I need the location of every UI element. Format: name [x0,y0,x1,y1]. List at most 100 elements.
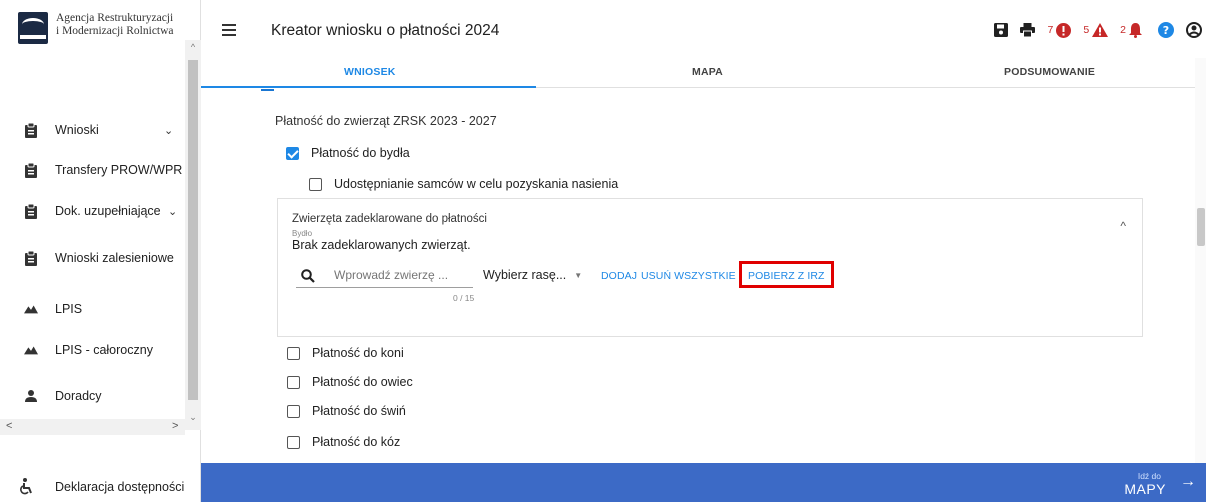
bell-icon[interactable] [1129,22,1142,38]
content-scroll-thumb[interactable] [1197,208,1205,246]
accessibility-icon [20,478,34,501]
sidebar-item-label: Wnioski [55,123,99,137]
page-title: Kreator wniosku o płatności 2024 [271,22,500,39]
warnings-count: 5 [1083,24,1090,36]
sidebar-item-label: Wnioski zalesieniowe [55,251,174,265]
logo-line-2: i Modernizacji Rolnictwa [56,25,174,37]
panel-title: Zwierzęta zadeklarowane do płatności [292,213,487,225]
checkbox-unchecked-icon[interactable] [287,435,300,449]
form-content: Płatność do zwierząt ZRSK 2023 - 2027 Pł… [201,89,1206,463]
declared-animals-panel: Zwierzęta zadeklarowane do płatności Byd… [277,198,1143,337]
checkbox-semen-sharing[interactable]: Udostępnianie samców w celu pozyskania n… [309,177,618,191]
chevron-up-icon[interactable]: ^ [1120,219,1126,233]
warning-icon[interactable] [1092,23,1109,37]
checkbox-unchecked-icon[interactable] [287,404,300,418]
svg-text:?: ? [1163,24,1169,37]
sidebar-item-wnioski[interactable]: Wnioski ⌄ [0,118,185,142]
accessibility-label: Deklaracja dostępności [55,480,185,494]
checkbox-unchecked-icon[interactable] [309,177,322,191]
sidebar-item-label: Transfery PROW/WPR [55,163,183,177]
content-scrollbar[interactable] [1195,58,1206,463]
scroll-up-icon[interactable]: ^ [185,42,201,52]
sidebar-scroll-thumb[interactable] [188,60,198,400]
empty-state-text: Brak zadeklarowanych zwierząt. [292,238,471,252]
sidebar-item-lpis[interactable]: LPIS [0,297,185,321]
animal-search-field[interactable] [296,266,473,288]
sidebar-item-lpis-caloroczny[interactable]: LPIS - całoroczny [0,338,185,362]
mountain-icon [24,342,38,358]
tab-podsumowanie[interactable]: PODSUMOWANIE [1004,66,1095,78]
sidebar-horizontal-scrollbar[interactable]: < > [0,419,185,435]
notifications-count: 2 [1120,24,1126,36]
checkbox-label: Płatność do świń [312,404,406,418]
character-counter: 0 / 15 [453,293,475,303]
checkbox-label: Płatność do koni [312,346,404,360]
highlight-frame [739,261,834,288]
errors-count: 7 [1047,24,1054,36]
scroll-down-icon[interactable]: ⌄ [185,412,201,423]
dropdown-arrow-icon: ▼ [574,270,583,280]
print-icon[interactable] [1020,23,1036,37]
checkbox-unchecked-icon[interactable] [287,346,300,360]
goto-map-bar[interactable]: Idź do MAPY → [201,463,1206,502]
checkbox-label: Płatność do owiec [312,375,413,389]
checkbox-cattle[interactable]: Płatność do bydła [286,146,410,160]
sidebar-item-label: LPIS [55,302,83,316]
checkbox-checked-icon [261,89,274,91]
account-icon[interactable] [1186,22,1202,38]
mountain-icon [24,301,38,317]
animal-search-input[interactable] [334,268,469,282]
agency-logo[interactable]: Agencja Restrukturyzacji i Modernizacji … [18,12,174,44]
sidebar-item-label: Doradcy [55,389,102,403]
breed-select[interactable]: Wybierz rasę... ▼ [483,268,582,282]
help-icon[interactable]: ? [1158,22,1174,38]
error-icon[interactable] [1056,22,1072,38]
arrow-right-icon[interactable]: → [1180,473,1196,491]
active-tab-indicator [201,86,536,88]
clipboard-icon [24,250,38,266]
save-icon[interactable] [994,23,1009,37]
checkbox-unchecked-icon[interactable] [287,375,300,389]
logo-text: Agencja Restrukturyzacji i Modernizacji … [56,12,174,38]
add-button[interactable]: DODAJ [601,270,637,282]
remove-all-button[interactable]: USUŃ WSZYSTKIE [641,270,736,282]
sidebar-item-doradcy[interactable]: Doradcy [0,384,185,408]
checkbox-goats[interactable]: Płatność do kóz [287,435,400,449]
checkbox-checked-icon[interactable] [286,146,299,160]
clipboard-icon [24,122,38,138]
chevron-down-icon: ⌄ [164,124,174,137]
logo-mark-icon [18,12,48,44]
checkbox-sheep[interactable]: Płatność do owiec [287,375,413,389]
app-header: Kreator wniosku o płatności 2024 7 5 2 ? [201,0,1206,58]
breed-select-value: Wybierz rasę... [483,268,567,282]
checkbox-label: Płatność do bydła [311,146,410,160]
person-icon [24,388,38,404]
sidebar-item-label: Dok. uzupełniające [55,204,161,218]
checkbox-label: Płatność do kóz [312,435,401,449]
sidebar-item-wnioski-zalesieniowe[interactable]: Wnioski zalesieniowe [0,246,185,270]
sidebar: Agencja Restrukturyzacji i Modernizacji … [0,0,201,502]
tab-wniosek[interactable]: WNIOSEK [344,66,396,78]
scroll-right-icon[interactable]: > [172,420,178,432]
accessibility-declaration-link[interactable]: Deklaracja dostępności [0,476,201,502]
menu-icon[interactable] [222,24,236,36]
clipped-checkbox-row [261,89,761,91]
checkbox-pigs[interactable]: Płatność do świń [287,404,406,418]
clipboard-icon [24,162,38,178]
section-title: Płatność do zwierząt ZRSK 2023 - 2027 [275,114,497,128]
sidebar-item-dok-uzupelniajace[interactable]: Dok. uzupełniające ⌄ [0,199,185,223]
checkbox-horses[interactable]: Płatność do koni [287,346,404,360]
sidebar-item-label: LPIS - całoroczny [55,343,153,357]
chevron-down-icon: ⌄ [168,205,178,218]
panel-subtitle: Bydło [292,229,313,238]
clipboard-icon [24,203,38,219]
goto-target: MAPY [1124,481,1166,497]
goto-label: Idź do [1137,471,1161,481]
sidebar-item-transfery[interactable]: Transfery PROW/WPR [0,158,185,182]
search-icon [301,269,315,288]
tab-bar: WNIOSEK MAPA PODSUMOWANIE [201,58,1206,88]
tab-mapa[interactable]: MAPA [692,66,723,78]
scroll-left-icon[interactable]: < [6,420,12,432]
sidebar-scrollbar[interactable]: ^ ⌄ [185,40,201,430]
header-actions: 7 5 2 ? [994,20,1206,40]
